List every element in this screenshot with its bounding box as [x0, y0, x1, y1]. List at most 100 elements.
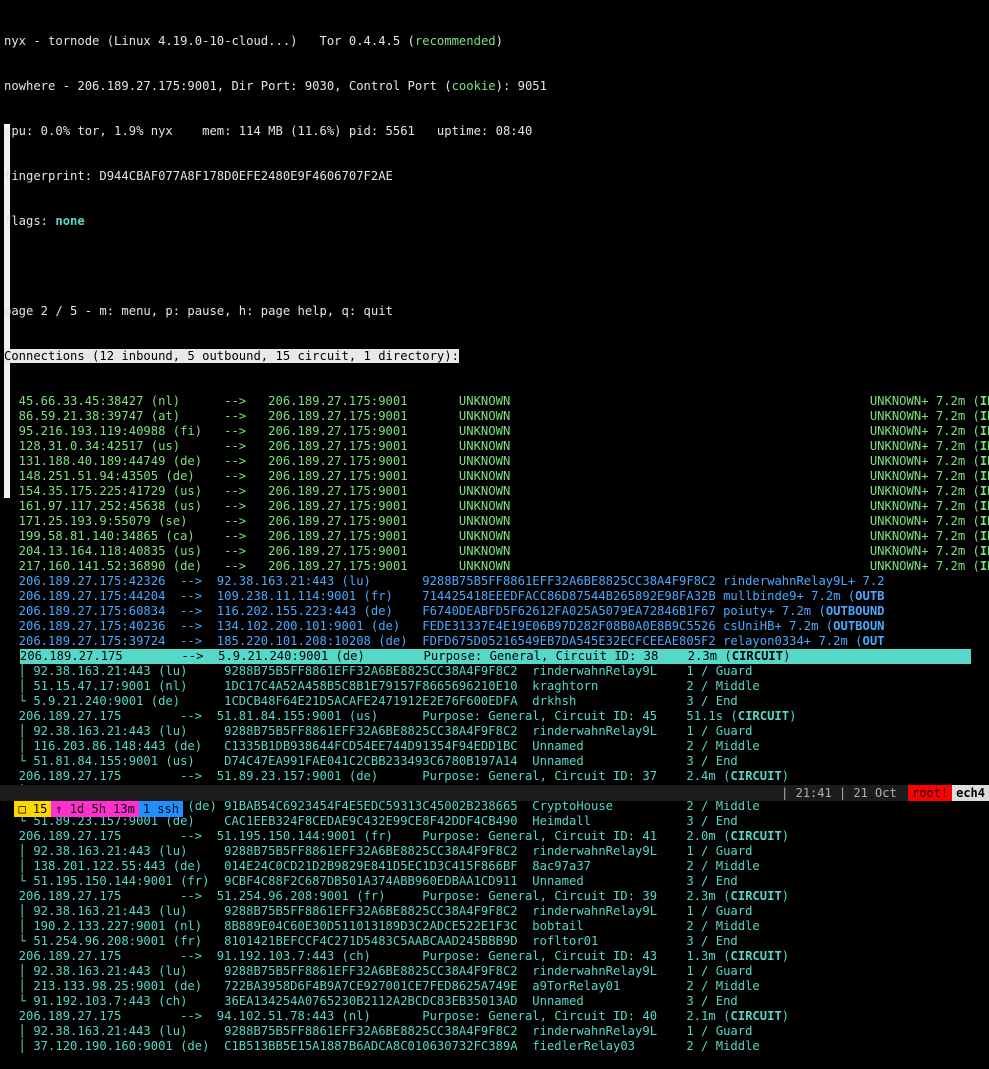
connection-text: 204.13.164.118:40835 (us) --> 206.189.27… — [4, 544, 870, 558]
connection-time: UNKNOWN+ 7.2m ( — [869, 529, 980, 543]
circuit-hop-row[interactable]: │ 51.15.47.17:9001 (nl) 1DC17C4A52A458B5… — [4, 679, 989, 694]
connections-title: Connections (12 inbound, 5 outbound, 15 … — [4, 349, 459, 363]
circuit-hop-row[interactable]: │ 190.2.133.227:9001 (nl) 8B889E04C60E30… — [4, 919, 989, 934]
circuit-hop-row[interactable]: └ 5.9.21.240:9001 (de) 1CDCB48F64E21D5AC… — [4, 694, 989, 709]
connection-time: relayon0334+ 7.2m ( — [723, 634, 863, 648]
circuit-type: CIRCUIT — [730, 889, 782, 903]
inbound-connection-row[interactable]: 154.35.175.225:41729 (us) --> 206.189.27… — [4, 484, 989, 499]
flags-line: flags: none — [4, 214, 85, 228]
circuit-hop-row[interactable]: └ 51.254.96.208:9001 (fr) 8101421BEFCCF4… — [4, 934, 989, 949]
circuit-hop-row[interactable]: │ 116.203.86.148:443 (de) C1335B1DB93864… — [4, 739, 989, 754]
connection-type: INBOUND — [979, 484, 989, 498]
circuit-text: 206.189.27.175 --> 91.192.103.7:443 (ch)… — [4, 949, 731, 963]
selected-circuit[interactable]: 206.189.27.175 --> 5.9.21.240:9001 (de) … — [20, 649, 971, 664]
circuit-hop-row[interactable]: │ 138.201.122.55:443 (de) 014E24C0CD21D2… — [4, 859, 989, 874]
hop-text: │ 92.38.163.21:443 (lu) 9288B75B5FF8861E… — [4, 664, 753, 678]
circuit-row[interactable]: 206.189.27.175 --> 91.192.103.7:443 (ch)… — [4, 949, 989, 964]
circuit-hop-row[interactable]: │ 92.38.163.21:443 (lu) 9288B75B5FF8861E… — [4, 844, 989, 859]
hop-text: │ 92.38.163.21:443 (lu) 9288B75B5FF8861E… — [4, 724, 753, 738]
inbound-connection-row[interactable]: 217.160.141.52:36890 (de) --> 206.189.27… — [4, 559, 989, 574]
inbound-connection-row[interactable]: 95.216.193.119:40988 (fi) --> 206.189.27… — [4, 424, 989, 439]
hop-text: │ 190.2.133.227:9001 (nl) 8B889E04C60E30… — [4, 919, 760, 933]
connection-text: 161.97.117.252:45638 (us) --> 206.189.27… — [4, 499, 870, 513]
hop-text: └ 91.192.103.7:443 (ch) 36EA134254A07652… — [4, 994, 738, 1008]
connection-text: 148.251.51.94:43505 (de) --> 206.189.27.… — [4, 469, 870, 483]
connection-text: 154.35.175.225:41729 (us) --> 206.189.27… — [4, 484, 870, 498]
inbound-connection-row[interactable]: 148.251.51.94:43505 (de) --> 206.189.27.… — [4, 469, 989, 484]
circuit-row[interactable]: 206.189.27.175 --> 94.102.51.78:443 (nl)… — [4, 1009, 989, 1024]
connection-time: UNKNOWN+ 7.2m ( — [869, 394, 980, 408]
session-tab[interactable]: 1 ssh — [138, 801, 183, 817]
circuit-hop-row[interactable]: │ 92.38.163.21:443 (lu) 9288B75B5FF8861E… — [4, 964, 989, 979]
hop-text: │ 138.201.122.55:443 (de) 014E24C0CD21D2… — [4, 859, 760, 873]
connection-time: UNKNOWN+ 7.2m ( — [869, 499, 980, 513]
connection-text: 95.216.193.119:40988 (fi) --> 206.189.27… — [4, 424, 870, 438]
connection-text: 86.59.21.38:39747 (at) --> 206.189.27.17… — [4, 409, 870, 423]
outbound-connection-row[interactable]: 206.189.27.175:39724 --> 185.220.101.208… — [4, 634, 989, 649]
connection-text: 199.58.81.140:34865 (ca) --> 206.189.27.… — [4, 529, 870, 543]
hop-text: │ 37.120.190.160:9001 (de) C1B513BB5E15A… — [4, 1039, 760, 1053]
header-line-1: nyx - tornode (Linux 4.19.0-10-cloud...)… — [4, 34, 503, 48]
inbound-connection-row[interactable]: 199.58.81.140:34865 (ca) --> 206.189.27.… — [4, 529, 989, 544]
hop-text: └ 5.9.21.240:9001 (de) 1CDCB48F64E21D5AC… — [4, 694, 738, 708]
connection-time: UNKNOWN+ 7.2m ( — [869, 409, 980, 423]
connection-type: INBOUND — [979, 439, 989, 453]
uptime-badge: ↑ 1d 5h 13m — [51, 801, 139, 817]
circuit-row[interactable]: 206.189.27.175 --> 51.254.96.208:9001 (f… — [4, 889, 989, 904]
window-count[interactable]: □ 15 — [14, 801, 52, 817]
connection-text: 171.25.193.9:55079 (se) --> 206.189.27.1… — [4, 514, 870, 528]
inbound-connection-row[interactable]: 161.97.117.252:45638 (us) --> 206.189.27… — [4, 499, 989, 514]
connection-time: UNKNOWN+ 7.2m ( — [869, 559, 980, 573]
circuit-text: 206.189.27.175 --> 51.81.84.155:9001 (us… — [4, 709, 738, 723]
circuit-hop-row[interactable]: │ 213.133.98.25:9001 (de) 722BA3958D6F4B… — [4, 979, 989, 994]
connection-time: csUniHB+ 7.2m ( — [723, 619, 834, 633]
circuit-row[interactable]: 206.189.27.175 --> 51.81.84.155:9001 (us… — [4, 709, 989, 724]
outbound-connection-row[interactable]: 206.189.27.175:40236 --> 134.102.200.101… — [4, 619, 989, 634]
circuit-row[interactable]: 206.189.27.175 --> 51.195.150.144:9001 (… — [4, 829, 989, 844]
circuit-row[interactable]: 206.189.27.175 --> 5.9.21.240:9001 (de) … — [4, 649, 989, 664]
hop-text: │ 92.38.163.21:443 (lu) 9288B75B5FF8861E… — [4, 904, 753, 918]
hop-text: │ 92.38.163.21:443 (lu) 9288B75B5FF8861E… — [4, 1024, 753, 1038]
connection-text: 45.66.33.45:38427 (nl) --> 206.189.27.17… — [4, 394, 870, 408]
connection-text: 217.160.141.52:36890 (de) --> 206.189.27… — [4, 559, 870, 573]
circuit-type: CIRCUIT — [730, 829, 782, 843]
fingerprint-line: fingerprint: D944CBAF077A8F178D0EFE2480E… — [4, 169, 393, 183]
circuit-type: CIRCUIT — [737, 709, 790, 723]
connection-time: mullbinde9+ 7.2m ( — [723, 589, 856, 603]
outbound-connection-row[interactable]: 206.189.27.175:44204 --> 109.238.11.114:… — [4, 589, 989, 604]
connection-time: UNKNOWN+ 7.2m ( — [869, 454, 980, 468]
circuit-hop-row[interactable]: └ 51.81.84.155:9001 (us) D74C47EA991FAE0… — [4, 754, 989, 769]
circuit-hop-row[interactable]: │ 92.38.163.21:443 (lu) 9288B75B5FF8861E… — [4, 664, 989, 679]
connection-time: UNKNOWN+ 7.2m ( — [869, 544, 980, 558]
inbound-connection-row[interactable]: 171.25.193.9:55079 (se) --> 206.189.27.1… — [4, 514, 989, 529]
inbound-connection-row[interactable]: 131.188.40.189:44749 (de) --> 206.189.27… — [4, 454, 989, 469]
tmux-status-bar: □ 15 ↑ 1d 5h 13m 1 ssh | 21:41 | 21 Oct ro… — [0, 785, 989, 817]
circuit-hop-row[interactable]: │ 37.120.190.160:9001 (de) C1B513BB5E15A… — [4, 1039, 989, 1054]
inbound-connection-row[interactable]: 204.13.164.118:40835 (us) --> 206.189.27… — [4, 544, 989, 559]
outbound-connection-row[interactable]: 206.189.27.175:42326 --> 92.38.163.21:44… — [4, 574, 989, 589]
circuit-hop-row[interactable]: │ 92.38.163.21:443 (lu) 9288B75B5FF8861E… — [4, 904, 989, 919]
circuit-text: 206.189.27.175 --> 5.9.21.240:9001 (de) … — [20, 649, 732, 663]
connection-type: INBOUND — [979, 544, 989, 558]
terminal: nyx - tornode (Linux 4.19.0-10-cloud...)… — [4, 4, 989, 1069]
header-line-3: cpu: 0.0% tor, 1.9% nyx mem: 114 MB (11.… — [4, 124, 533, 138]
circuit-text: 206.189.27.175 --> 51.254.96.208:9001 (f… — [4, 889, 731, 903]
circuit-hop-row[interactable]: │ 92.38.163.21:443 (lu) 9288B75B5FF8861E… — [4, 1024, 989, 1039]
hop-text: └ 51.254.96.208:9001 (fr) 8101421BEFCCF4… — [4, 934, 738, 948]
hop-text: └ 51.195.150.144:9001 (fr) 9CBF4C88F2C68… — [4, 874, 738, 888]
inbound-connection-row[interactable]: 128.31.0.34:42517 (us) --> 206.189.27.17… — [4, 439, 989, 454]
connection-text: 206.189.27.175:44204 --> 109.238.11.114:… — [4, 589, 724, 603]
inbound-connection-row[interactable]: 45.66.33.45:38427 (nl) --> 206.189.27.17… — [4, 394, 989, 409]
inbound-connection-row[interactable]: 86.59.21.38:39747 (at) --> 206.189.27.17… — [4, 409, 989, 424]
connection-type: INBOUND — [979, 469, 989, 483]
connection-text: 206.189.27.175:39724 --> 185.220.101.208… — [4, 634, 724, 648]
outbound-connection-row[interactable]: 206.189.27.175:60834 --> 116.202.155.223… — [4, 604, 989, 619]
circuit-hop-row[interactable]: └ 91.192.103.7:443 (ch) 36EA134254A07652… — [4, 994, 989, 1009]
circuit-row[interactable]: 206.189.27.175 --> 51.89.23.157:9001 (de… — [4, 769, 989, 784]
hop-text: │ 213.133.98.25:9001 (de) 722BA3958D6F4B… — [4, 979, 760, 993]
connection-text: 206.189.27.175:40236 --> 134.102.200.101… — [4, 619, 724, 633]
circuit-hop-row[interactable]: │ 92.38.163.21:443 (lu) 9288B75B5FF8861E… — [4, 724, 989, 739]
hop-text: │ 92.38.163.21:443 (lu) 9288B75B5FF8861E… — [4, 844, 753, 858]
circuit-hop-row[interactable]: └ 51.195.150.144:9001 (fr) 9CBF4C88F2C68… — [4, 874, 989, 889]
connection-type: OUTBOUND — [825, 604, 885, 618]
